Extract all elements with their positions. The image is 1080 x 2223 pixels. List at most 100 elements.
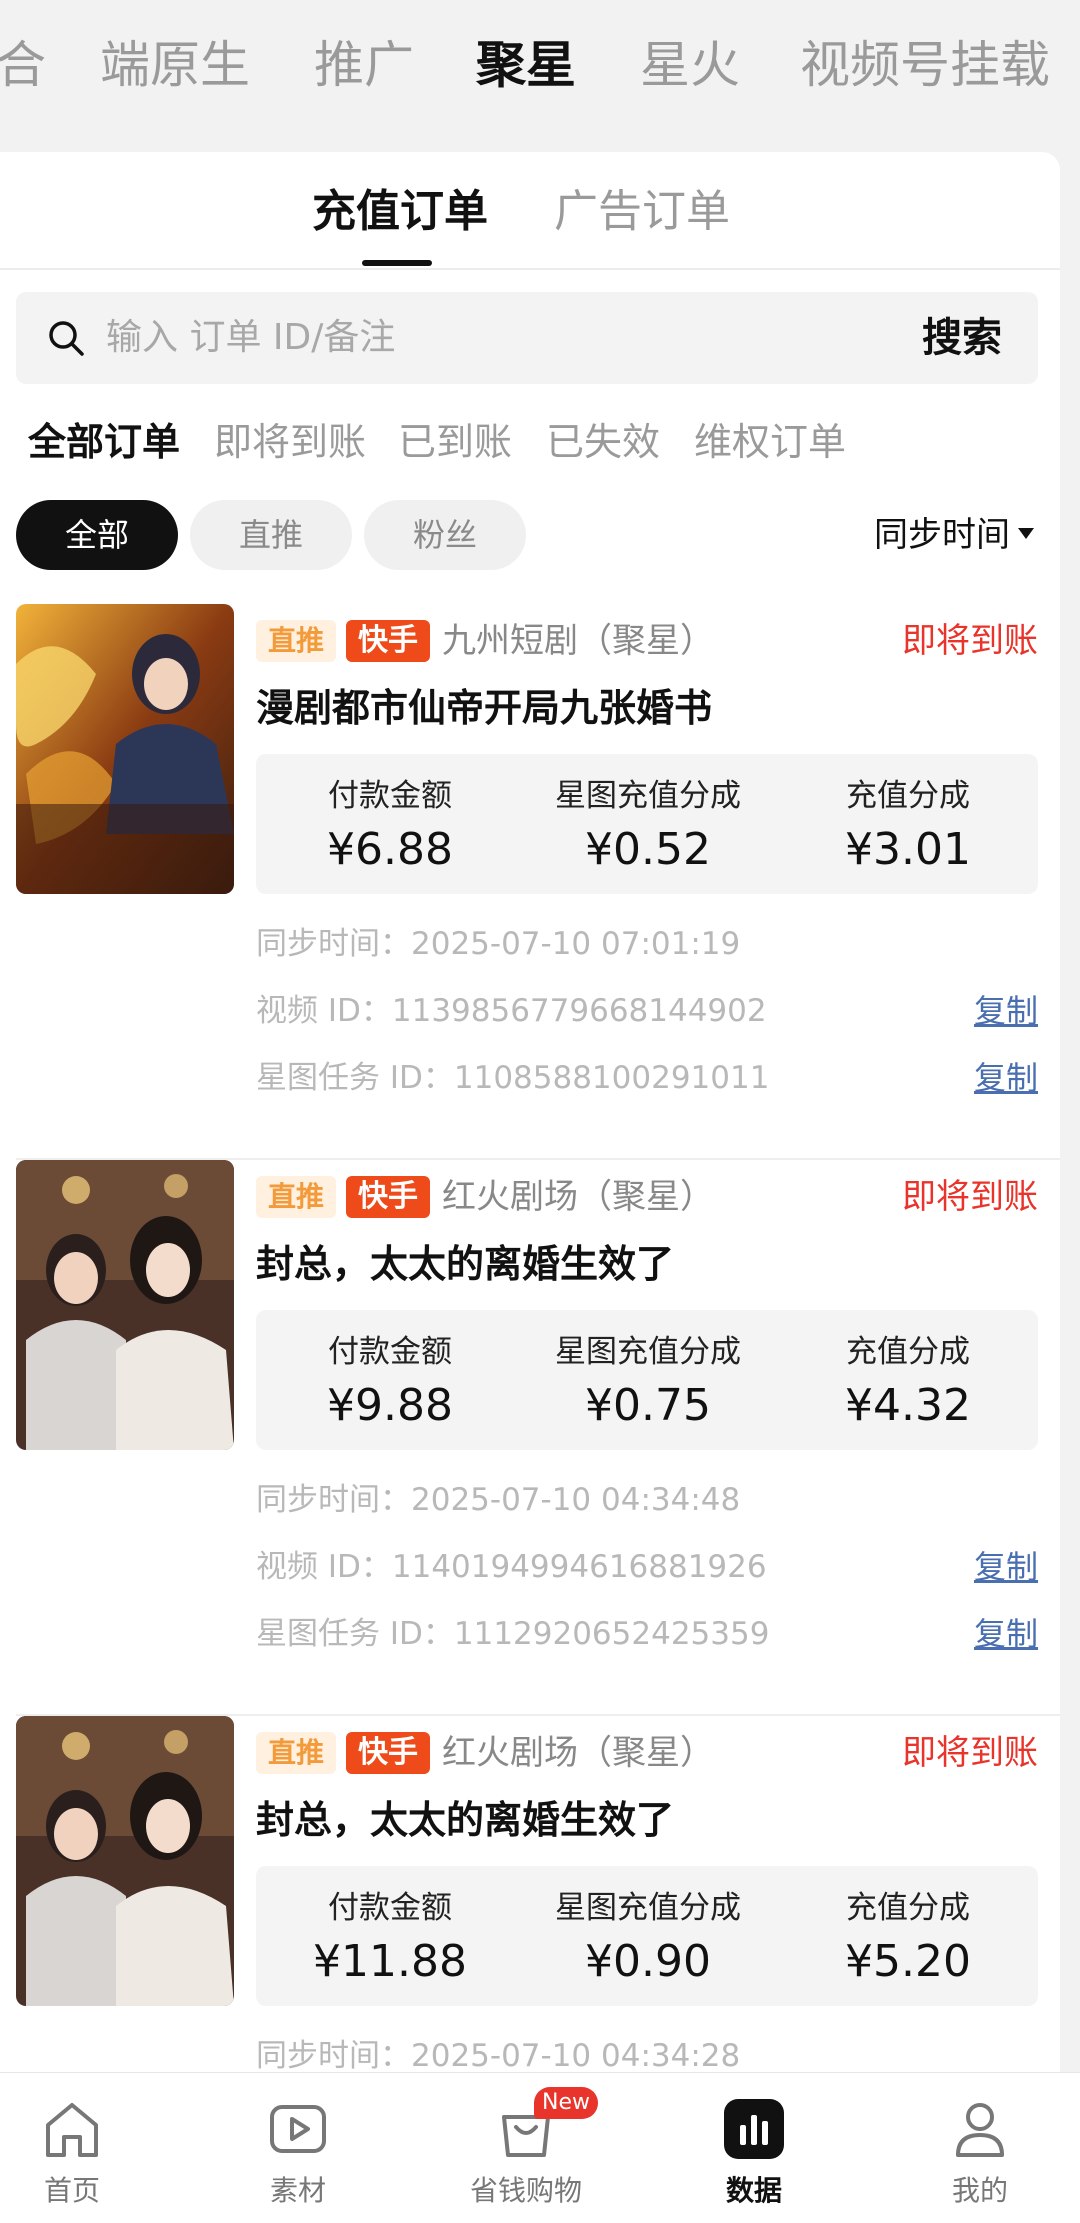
platform-tag: 快手 [346, 1732, 431, 1774]
search-bar[interactable]: 输入 订单 ID/备注 搜索 [16, 292, 1038, 384]
amount-summary: 付款金额 ¥6.88 星图充值分成 ¥0.52 充值分成 ¥3.01 [256, 754, 1038, 894]
task-id: 星图任务 ID：1112920652425359 [256, 1616, 770, 1652]
top-tab-promotion[interactable]: 推广 [314, 30, 414, 100]
recharge-share-label: 充值分成 [846, 1334, 970, 1370]
bar-chart-icon [724, 2099, 784, 2159]
sync-time: 同步时间：2025-07-10 04:34:48 [256, 1482, 741, 1518]
drama-cover-image [16, 1716, 234, 2006]
xingtu-share: 星图充值分成 ¥0.75 [518, 1330, 778, 1436]
xingtu-share-label: 星图充值分成 [555, 1890, 741, 1926]
nav-materials-label: 素材 [269, 2174, 326, 2207]
new-badge: New [534, 2087, 598, 2119]
payment-amount: 付款金额 ¥9.88 [260, 1330, 520, 1436]
order-type-tabs: 充值订单 广告订单 [0, 152, 1060, 270]
nav-data[interactable]: 数据 [674, 2093, 834, 2211]
drama-cover-image [16, 604, 234, 894]
top-tab-channels-mount[interactable]: 视频号挂载 [800, 30, 1050, 100]
play-icon [270, 2105, 326, 2153]
filter-arrived[interactable]: 已到账 [398, 414, 512, 470]
active-tab-indicator [362, 260, 432, 266]
order-status: 即将到账 [902, 621, 1038, 661]
filter-pending-arrival[interactable]: 即将到账 [214, 414, 366, 470]
platform-tag: 快手 [346, 1176, 431, 1218]
status-filter-bar: 全部订单 即将到账 已到账 已失效 维权订单 [0, 414, 1060, 474]
order-item[interactable]: 直推 快手 九州短剧（聚星） 即将到账 漫剧都市仙帝开局九张婚书 付款金额 ¥6.8… [0, 604, 1060, 1160]
xingtu-share: 星图充值分成 ¥0.90 [518, 1886, 778, 1992]
sync-time: 同步时间：2025-07-10 07:01:19 [256, 926, 741, 962]
amount-summary: 付款金额 ¥11.88 星图充值分成 ¥0.90 充值分成 ¥5.20 [256, 1866, 1038, 2006]
xingtu-share-value: ¥0.52 [585, 824, 711, 875]
type-filter-direct[interactable]: 直推 [190, 500, 352, 570]
recharge-share: 充值分成 ¥5.20 [778, 1886, 1038, 1992]
sort-dropdown[interactable]: 同步时间 [874, 507, 1034, 563]
user-icon [956, 2103, 1004, 2157]
recharge-share-value: ¥5.20 [845, 1936, 971, 1987]
type-filter-fans[interactable]: 粉丝 [364, 500, 526, 570]
recharge-share-label: 充值分成 [846, 778, 970, 814]
filter-expired[interactable]: 已失效 [546, 414, 660, 470]
home-icon [46, 2103, 98, 2157]
drama-cover-image [16, 1160, 234, 1450]
copy-task-id-button[interactable]: 复制 [974, 1056, 1038, 1100]
order-tags: 直推 快手 红火剧场（聚星） [256, 1730, 714, 1776]
xingtu-share-label: 星图充值分成 [555, 1334, 741, 1370]
nav-home[interactable]: 首页 [0, 2093, 152, 2211]
drama-title: 封总，太太的离婚生效了 [256, 1242, 675, 1286]
xingtu-share-label: 星图充值分成 [555, 778, 741, 814]
type-filter-all[interactable]: 全部 [16, 500, 178, 570]
payment-amount-value: ¥6.88 [327, 824, 453, 875]
nav-shopping[interactable]: New 省钱购物 [446, 2087, 606, 2211]
nav-profile[interactable]: 我的 [900, 2093, 1060, 2211]
nav-shopping-label: 省钱购物 [469, 2174, 582, 2207]
drama-title: 封总，太太的离婚生效了 [256, 1798, 675, 1842]
order-item[interactable]: 直推 快手 红火剧场（聚星） 即将到账 封总，太太的离婚生效了 付款金额 ¥9.88… [0, 1160, 1060, 1716]
source-name: 红火剧场（聚星） [442, 1733, 715, 1773]
nav-materials[interactable]: 素材 [218, 2093, 378, 2211]
direct-tag: 直推 [256, 1176, 337, 1218]
xingtu-share: 星图充值分成 ¥0.52 [518, 774, 778, 880]
filter-rights-protection[interactable]: 维权订单 [694, 414, 846, 470]
order-tags: 直推 快手 九州短剧（聚星） [256, 618, 714, 664]
direct-tag: 直推 [256, 1732, 337, 1774]
top-tab-xinghuo[interactable]: 星火 [640, 30, 740, 100]
recharge-share: 充值分成 ¥4.32 [778, 1330, 1038, 1436]
tab-recharge-orders[interactable]: 充值订单 [312, 182, 488, 242]
payment-amount: 付款金额 ¥11.88 [260, 1886, 520, 1992]
payment-amount-label: 付款金额 [328, 778, 452, 814]
drama-title: 漫剧都市仙帝开局九张婚书 [256, 686, 713, 730]
sort-label: 同步时间 [874, 515, 1010, 555]
search-icon [49, 321, 84, 356]
orders-panel: 充值订单 广告订单 输入 订单 ID/备注 搜索 全部订单 即将到账 已到账 已… [0, 152, 1060, 2072]
recharge-share-value: ¥3.01 [845, 824, 971, 875]
recharge-share-value: ¥4.32 [845, 1380, 971, 1431]
payment-amount-label: 付款金额 [328, 1890, 452, 1926]
search-input[interactable]: 输入 订单 ID/备注 [106, 312, 395, 364]
amount-summary: 付款金额 ¥9.88 星图充值分成 ¥0.75 充值分成 ¥4.32 [256, 1310, 1038, 1450]
video-id: 视频 ID：1139856779668144902 [256, 993, 767, 1029]
platform-tag: 快手 [346, 620, 431, 662]
copy-video-id-button[interactable]: 复制 [974, 989, 1038, 1033]
cover-art [16, 1716, 234, 2006]
direct-tag: 直推 [256, 620, 337, 662]
cover-art [16, 1160, 234, 1450]
recharge-share: 充值分成 ¥3.01 [778, 774, 1038, 880]
nav-data-label: 数据 [725, 2174, 782, 2207]
source-name: 九州短剧（聚星） [442, 621, 715, 661]
order-tags: 直推 快手 红火剧场（聚星） [256, 1174, 714, 1220]
tab-ad-orders[interactable]: 广告订单 [554, 182, 730, 242]
video-id: 视频 ID：1140194994616881926 [256, 1549, 767, 1585]
copy-video-id-button[interactable]: 复制 [974, 1545, 1038, 1589]
top-tab-juxing[interactable]: 聚星 [476, 30, 576, 100]
top-tab-native[interactable]: 端原生 [100, 30, 250, 100]
payment-amount: 付款金额 ¥6.88 [260, 774, 520, 880]
nav-home-label: 首页 [43, 2174, 100, 2207]
top-tab-partial[interactable]: 合 [0, 30, 46, 100]
order-status: 即将到账 [902, 1177, 1038, 1217]
search-button[interactable]: 搜索 [922, 310, 1002, 366]
copy-task-id-button[interactable]: 复制 [974, 1612, 1038, 1656]
payment-amount-value: ¥11.88 [313, 1936, 467, 1987]
sync-time: 同步时间：2025-07-10 04:34:28 [256, 2038, 741, 2072]
filter-all-orders[interactable]: 全部订单 [28, 414, 180, 470]
payment-amount-label: 付款金额 [328, 1334, 452, 1370]
order-item[interactable]: 直推 快手 红火剧场（聚星） 即将到账 封总，太太的离婚生效了 付款金额 ¥11.8… [0, 1716, 1060, 2072]
